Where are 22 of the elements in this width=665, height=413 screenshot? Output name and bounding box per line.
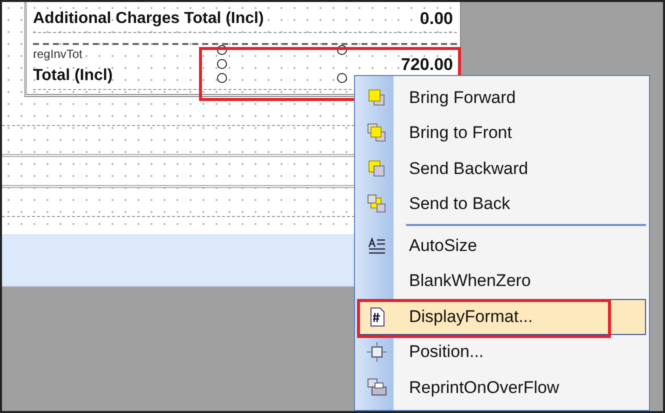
menu-item[interactable]: Send to Back: [358, 186, 646, 222]
text-size-icon: [367, 236, 387, 256]
field-name-label: regInvTot: [33, 47, 82, 61]
report-label: Total (Incl): [33, 67, 113, 86]
menu-item[interactable]: BlankWhenZero: [358, 264, 646, 299]
layers-icon: [367, 158, 387, 179]
layers-icon: [367, 123, 387, 144]
report-field[interactable]: 0.00: [264, 6, 457, 32]
menu-item[interactable]: AutoSize: [358, 228, 646, 264]
layers-icon: [367, 88, 387, 108]
selection-handle[interactable]: [337, 73, 347, 83]
menu-item[interactable]: Bring to Front: [358, 116, 646, 151]
position-icon: [367, 342, 387, 362]
menu-item[interactable]: ReprintOnOverFlow: [358, 370, 646, 406]
menu-item[interactable]: Send Backward: [358, 151, 646, 186]
printer-icon: [367, 378, 387, 398]
menu-item[interactable]: DisplayFormat...: [358, 299, 646, 334]
report-label: Additional Charges Total (Incl): [33, 10, 264, 29]
layers-icon: [367, 194, 387, 214]
report-value: 720.00: [401, 55, 454, 75]
menu-item[interactable]: Position...: [358, 334, 646, 370]
report-value: 0.00: [420, 9, 454, 29]
